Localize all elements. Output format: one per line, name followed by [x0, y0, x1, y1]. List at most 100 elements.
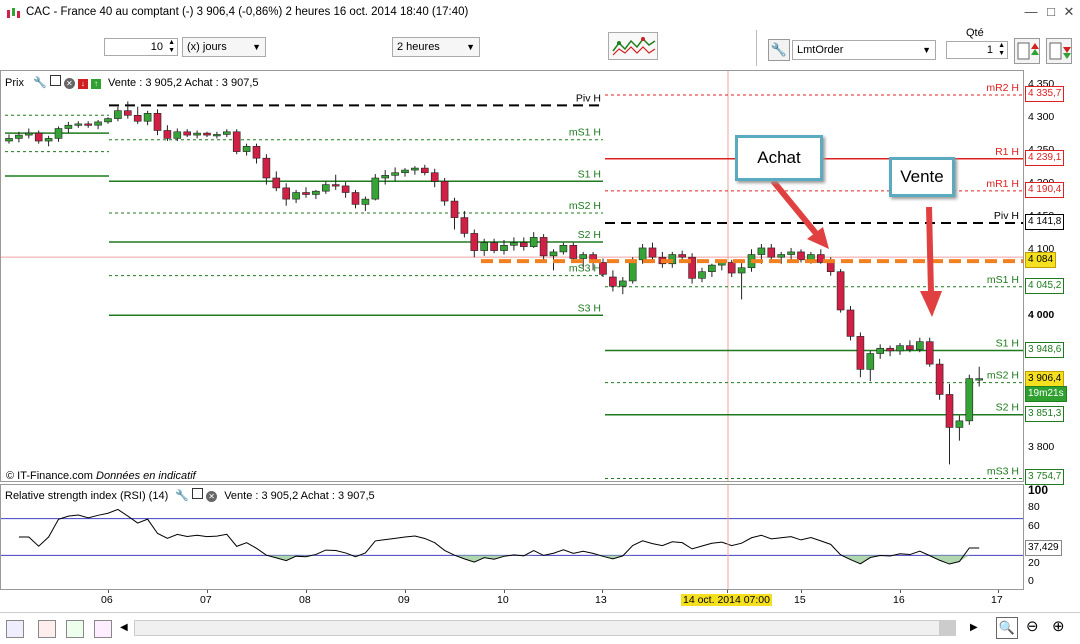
order-settings-button[interactable]: 🔧	[768, 39, 790, 61]
window-title: CAC - France 40 au comptant (-) 3 906,4 …	[26, 6, 469, 18]
pivot-label: mR1 H	[986, 178, 1019, 190]
drawing-tools-icon[interactable]	[6, 620, 24, 638]
horizontal-scrollbar[interactable]	[134, 620, 956, 636]
candle-body	[856, 336, 865, 370]
candle-body	[321, 184, 330, 192]
candle-body	[698, 271, 706, 279]
scroll-left-icon[interactable]: ◀	[120, 622, 128, 633]
candle-body	[351, 192, 360, 205]
candle-body	[945, 394, 954, 428]
rsi-tick-label: 20	[1028, 556, 1040, 569]
candle-body	[331, 184, 340, 187]
price-axis[interactable]: 4 3504 3004 2504 2004 1504 1004 0504 000…	[1024, 70, 1080, 486]
buy-order-button[interactable]	[1014, 38, 1040, 64]
interval-value: 2 heures	[397, 41, 440, 53]
layout-icon[interactable]	[66, 620, 84, 638]
candle-body	[618, 280, 627, 287]
time-tick-mark	[998, 590, 999, 593]
period-unit-value: (x) jours	[187, 41, 227, 53]
candle-body	[777, 254, 786, 258]
sell-order-button[interactable]	[1046, 38, 1072, 64]
candle-body	[74, 123, 83, 126]
candle-body	[896, 345, 904, 352]
rsi-panel[interactable]: Relative strength index (RSI) (14) 🔧 ✕ V…	[0, 484, 1024, 590]
zoom-fit-icon[interactable]: 🔍	[996, 617, 1018, 639]
candle-body	[292, 192, 300, 200]
time-tick-label: 14 oct. 2014 07:00	[681, 594, 772, 606]
close-icon[interactable]: ✕	[1060, 4, 1078, 20]
period-unit-select[interactable]: (x) jours ▼	[182, 37, 266, 57]
candle-body	[391, 172, 399, 176]
minimize-icon[interactable]: —	[1022, 4, 1040, 20]
rsi-tick-label: 100	[1028, 483, 1049, 497]
pivot-label: mS3 H	[987, 465, 1019, 477]
candle-body	[24, 132, 33, 136]
pivot-price-box: 4 335,7	[1025, 86, 1065, 103]
pivot-label: S3 H	[578, 302, 601, 314]
maximize-icon[interactable]: □	[1042, 4, 1060, 20]
candle-body	[648, 247, 657, 258]
candle-body	[569, 245, 578, 259]
window-icon[interactable]	[49, 75, 61, 86]
candle-body	[915, 341, 924, 350]
rsi-tick-label: 80	[1028, 501, 1040, 514]
candle-body	[183, 131, 191, 136]
candle-body	[490, 242, 498, 251]
time-axis[interactable]: 06 07 08 09 10 13 14 oct. 2014 07:00 15 16 17	[0, 590, 1024, 612]
candle-body	[559, 245, 568, 253]
chart-type-icon[interactable]	[94, 620, 112, 638]
price-chart-panel[interactable]: Piv H mS1 H S1 H mS2 H S2 H mS3 H S3 H mR2 H R1 …	[0, 70, 1024, 482]
close-icon[interactable]: ✕	[63, 78, 75, 89]
toolbar: 10 ▲ ▼ (x) jours ▼ 2 heures ▼ 🔧 LmtOrder …	[0, 26, 1080, 70]
time-tick-label: 07	[200, 594, 212, 606]
candle-body	[797, 251, 805, 261]
wrench-icon[interactable]: 🔧	[33, 77, 47, 89]
candle-body	[381, 175, 390, 179]
price-panel-header: Prix 🔧 ✕ ↓ ↑ Vente : 3 905,2 Achat : 3 9…	[5, 75, 259, 89]
achat-callout-text: Achat	[757, 148, 801, 167]
move-down-icon[interactable]: ↓	[77, 79, 88, 89]
period-count-input[interactable]: 10 ▲ ▼	[104, 38, 178, 56]
qty-input[interactable]: 1 ▲ ▼	[946, 41, 1008, 59]
pivot-label: Piv H	[576, 92, 601, 104]
candle-body	[242, 146, 251, 152]
indicators-icon[interactable]	[38, 620, 56, 638]
candle-body	[163, 130, 172, 139]
spin-arrows-icon[interactable]: ▲ ▼	[998, 42, 1005, 58]
close-icon[interactable]: ✕	[206, 491, 218, 502]
candle-body	[925, 341, 934, 365]
candle-body	[341, 185, 350, 193]
candle-body	[272, 177, 281, 189]
time-tick-label: 13	[595, 594, 607, 606]
spin-arrows-icon[interactable]: ▲ ▼	[168, 39, 175, 55]
chevron-down-icon: ▼	[252, 42, 261, 52]
candle-body	[886, 347, 894, 352]
wrench-icon[interactable]: 🔧	[175, 490, 189, 502]
price-chart[interactable]: Piv H mS1 H S1 H mS2 H S2 H mS3 H S3 H mR2 H R1 …	[1, 71, 1023, 481]
achat-arrow	[770, 179, 822, 239]
candle-body	[678, 254, 687, 258]
window-icon[interactable]	[192, 488, 204, 499]
scrollbar-thumb[interactable]	[939, 621, 955, 635]
time-tick-mark	[207, 590, 208, 593]
zoom-out-icon[interactable]: ⊖	[1026, 617, 1039, 635]
rsi-oversold-fill	[18, 555, 980, 565]
interval-select[interactable]: 2 heures ▼	[392, 37, 480, 57]
rsi-tick-label: 0	[1028, 575, 1034, 587]
zoom-in-icon[interactable]: ⊕	[1052, 617, 1065, 635]
candle-body	[133, 114, 142, 122]
move-up-icon[interactable]: ↑	[90, 79, 101, 89]
order-type-select[interactable]: LmtOrder ▼	[792, 40, 936, 60]
chart-style-button[interactable]	[608, 32, 658, 60]
copyright-text: © IT-Finance.com	[6, 470, 93, 482]
candle-body	[371, 177, 380, 200]
rsi-axis[interactable]: 10080604020037,429	[1024, 483, 1080, 590]
candle-body	[539, 237, 548, 257]
scroll-right-icon[interactable]: ▶	[970, 622, 978, 633]
candle-body	[420, 167, 429, 174]
chevron-down-icon: ▼	[922, 45, 931, 55]
pivot-label: mS1 H	[987, 274, 1019, 286]
price-panel-quote: Vente : 3 905,2 Achat : 3 907,5	[108, 77, 259, 89]
candle-body	[826, 262, 835, 273]
time-tick-mark	[602, 590, 603, 593]
